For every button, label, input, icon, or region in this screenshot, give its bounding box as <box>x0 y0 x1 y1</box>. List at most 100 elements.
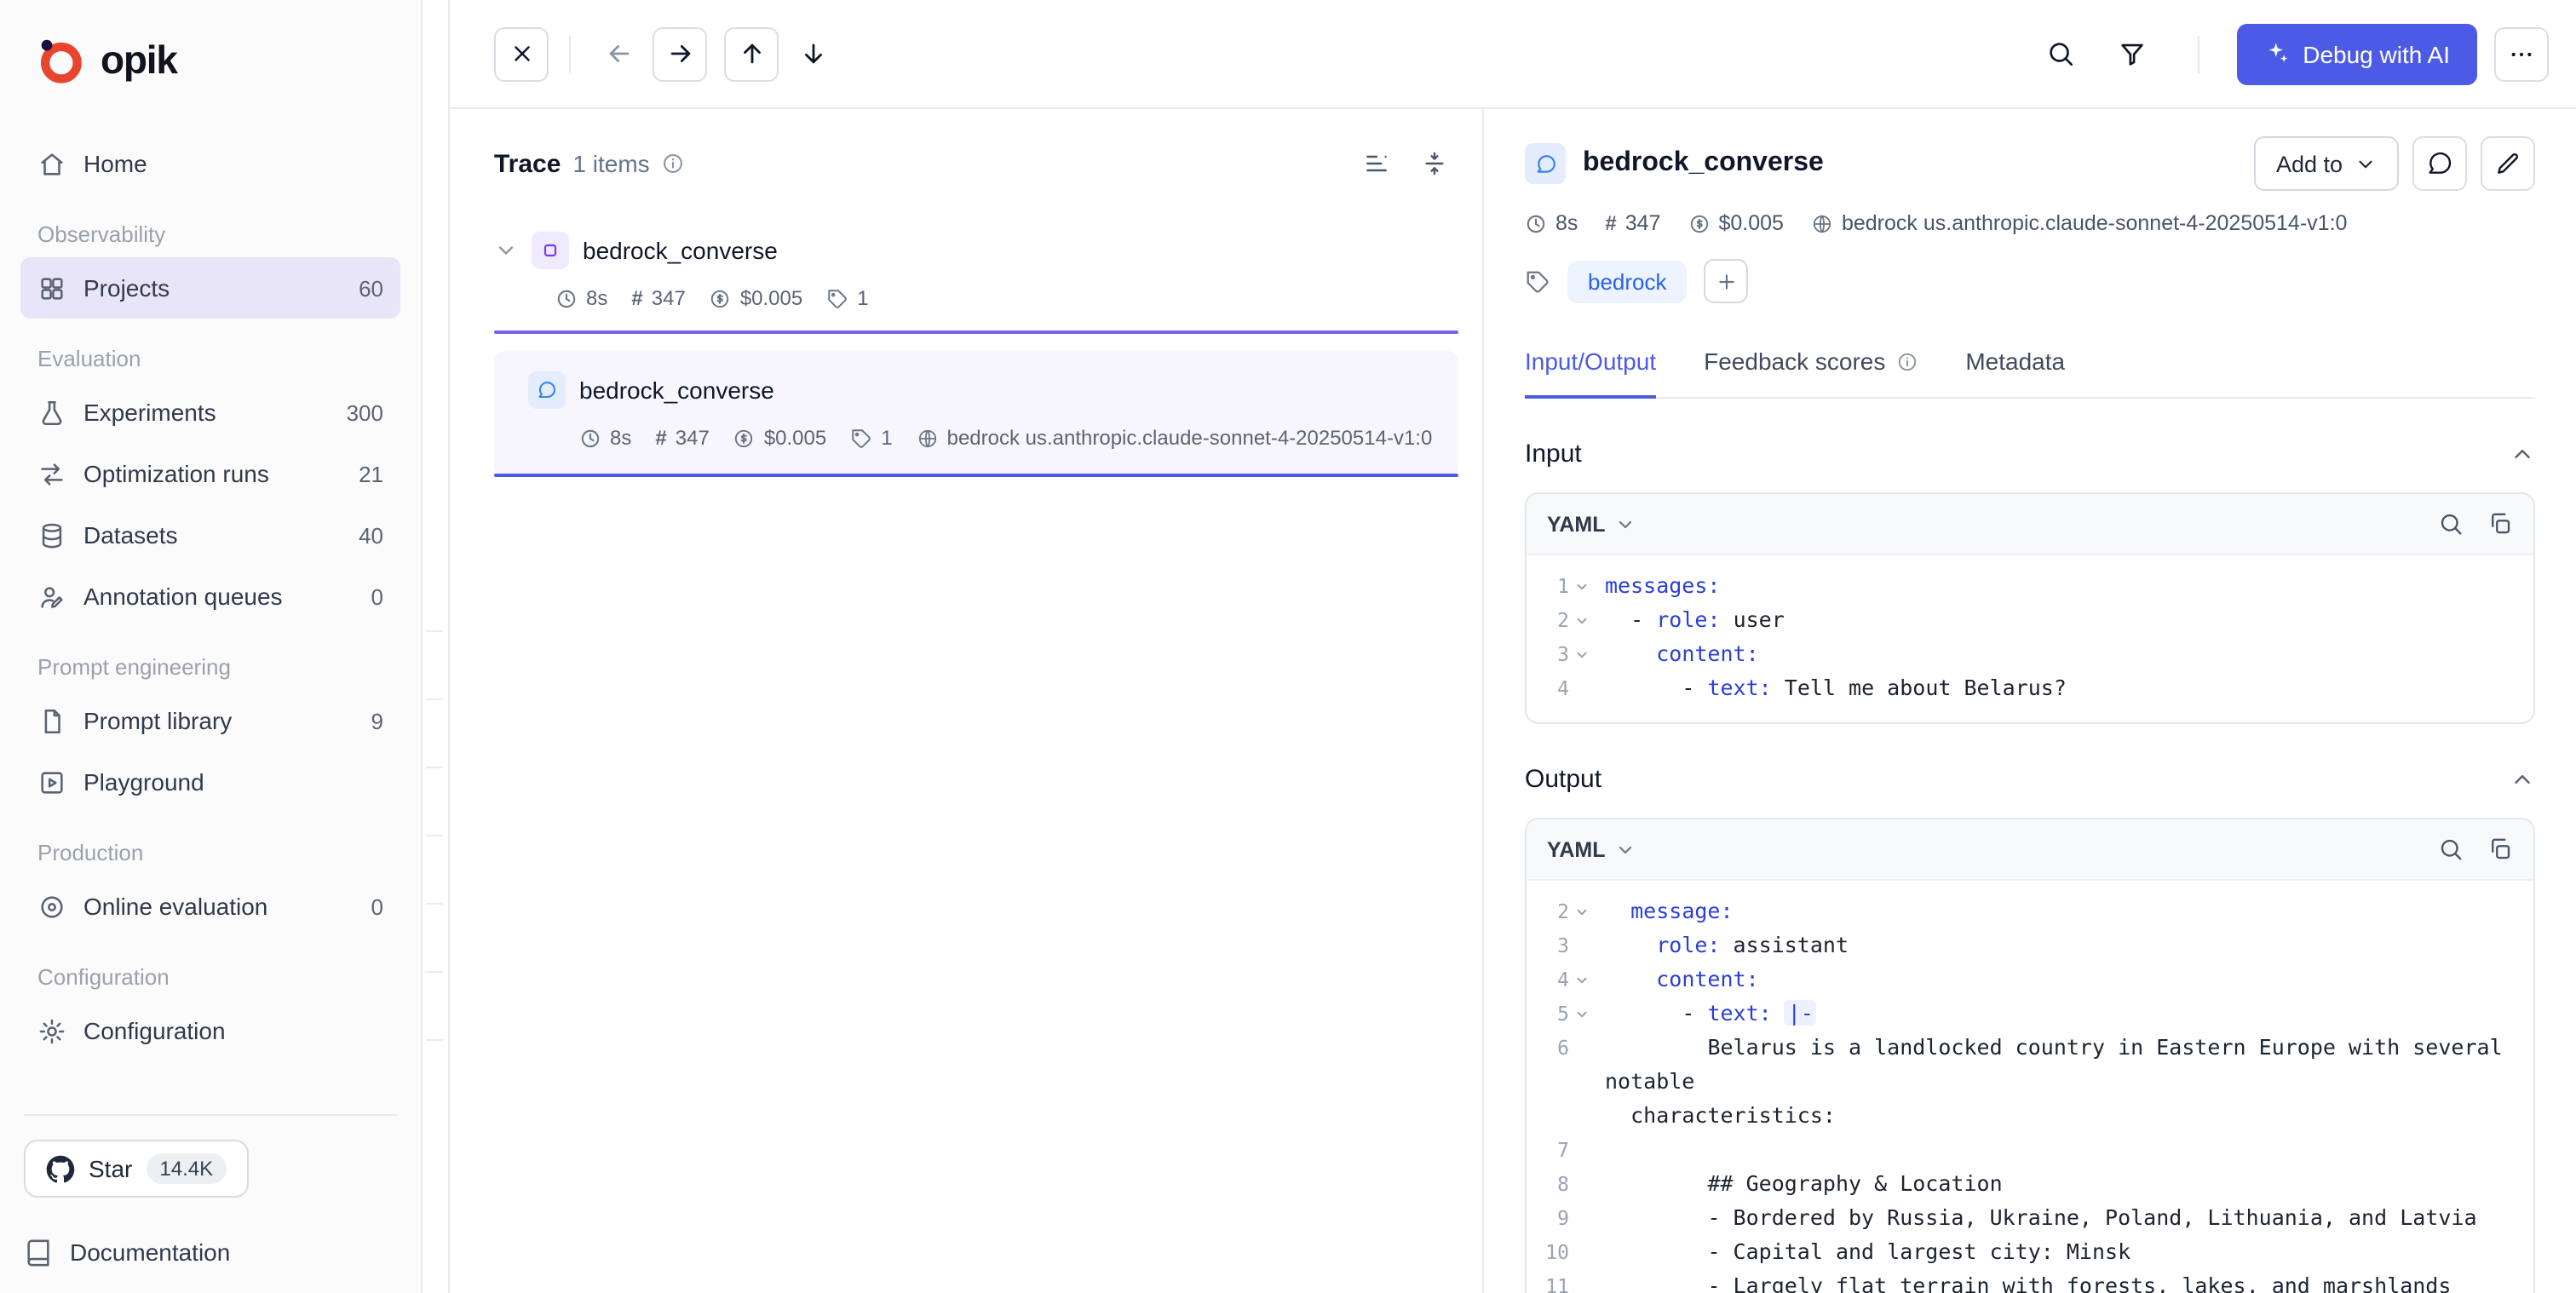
next-span-button[interactable] <box>785 26 840 81</box>
trace-duration-bar <box>494 330 1458 334</box>
sidebar-item-playground[interactable]: Playground <box>20 751 400 813</box>
code-search-button[interactable] <box>2438 511 2464 537</box>
code-line: 3 content: <box>1527 637 2513 671</box>
fold-chevron-icon[interactable] <box>1574 603 1591 637</box>
sidebar-item-home[interactable]: Home <box>20 133 400 194</box>
code-line: 11 - Largely flat terrain with forests, … <box>1527 1269 2513 1293</box>
chevron-up-icon[interactable] <box>2510 441 2535 467</box>
copy-button[interactable] <box>2487 836 2513 862</box>
format-select[interactable]: YAML <box>1547 512 1606 536</box>
hash-icon: # <box>655 426 666 450</box>
fold-chevron-icon[interactable] <box>1574 569 1591 603</box>
sidebar-item-annotation-queues[interactable]: Annotation queues 0 <box>20 566 400 627</box>
code-line: 9 - Bordered by Russia, Ukraine, Poland,… <box>1527 1201 2513 1235</box>
next-trace-button[interactable] <box>653 26 707 81</box>
code-line: 3 role: assistant <box>1527 928 2513 963</box>
trace-items-count: 1 items <box>572 150 649 177</box>
collapse-spans-button[interactable] <box>1411 140 1458 187</box>
opik-logo-icon <box>34 34 85 85</box>
edit-button[interactable] <box>2481 136 2535 191</box>
search-button[interactable] <box>2033 26 2088 81</box>
trace-row-head: bedrock_converse <box>494 232 1458 269</box>
sidebar-item-label: Optimization runs <box>83 460 269 487</box>
format-select[interactable]: YAML <box>1547 837 1606 861</box>
span-row-head: bedrock_converse <box>528 371 1458 409</box>
tag-count-stat: 1 <box>826 286 868 310</box>
sidebar-item-label: Annotation queues <box>83 583 283 610</box>
item-count: 40 <box>359 522 383 548</box>
code-tools <box>2438 511 2513 537</box>
sidebar-item-datasets[interactable]: Datasets 40 <box>20 504 400 566</box>
sidebar: opik Home Observability Projects 60 Eval… <box>0 0 423 1293</box>
row-divider <box>426 903 443 905</box>
swap-arrows-icon <box>37 459 66 488</box>
llm-span-icon <box>528 371 566 409</box>
fold-chevron-icon[interactable] <box>1574 963 1591 997</box>
sidebar-item-label: Datasets <box>83 521 178 549</box>
code-tools <box>2438 836 2513 862</box>
document-icon <box>37 706 66 735</box>
clock-icon <box>555 287 578 309</box>
expand-tree-button[interactable] <box>1353 140 1400 187</box>
tokens-stat: # 347 <box>1605 211 1660 235</box>
more-actions-button[interactable] <box>2494 26 2549 81</box>
item-count: 60 <box>359 275 383 301</box>
info-icon <box>1895 350 1918 372</box>
sidebar-item-configuration[interactable]: Configuration <box>20 1000 400 1061</box>
row-divider <box>426 630 443 632</box>
chevron-down-icon[interactable] <box>1616 514 1636 534</box>
row-divider <box>426 971 443 973</box>
debug-with-ai-button[interactable]: Debug with AI <box>2236 23 2477 84</box>
toolbar-divider <box>2197 35 2199 72</box>
code-line: 2 - role: user <box>1527 603 2513 637</box>
close-button[interactable] <box>494 26 549 81</box>
hash-icon: # <box>631 286 642 310</box>
opik-logo[interactable]: opik <box>0 0 421 119</box>
chevron-down-icon[interactable] <box>494 238 518 262</box>
tag-chip-bedrock[interactable]: bedrock <box>1567 260 1688 302</box>
sidebar-item-projects[interactable]: Projects 60 <box>20 257 400 319</box>
tab-metadata[interactable]: Metadata <box>1965 348 2065 399</box>
sidebar-nav: Home Observability Projects 60 Evaluatio… <box>0 119 421 1114</box>
tag-icon <box>1525 268 1550 294</box>
sidebar-item-optimization-runs[interactable]: Optimization runs 21 <box>20 443 400 504</box>
tab-feedback-scores[interactable]: Feedback scores <box>1704 348 1918 399</box>
fold-chevron-icon[interactable] <box>1574 894 1591 928</box>
fold-chevron-icon[interactable] <box>1574 637 1591 671</box>
output-code[interactable]: 2 message:3 role: assistant4 content:5 -… <box>1527 881 2533 1293</box>
sidebar-item-online-evaluation[interactable]: Online evaluation 0 <box>20 876 400 937</box>
output-section-header[interactable]: Output <box>1525 765 2535 794</box>
sidebar-item-prompt-library[interactable]: Prompt library 9 <box>20 690 400 751</box>
chevron-up-icon[interactable] <box>2510 767 2535 792</box>
panel-resize-gutter[interactable] <box>423 0 450 1293</box>
code-line: 6 Belarus is a landlocked country in Eas… <box>1527 1031 2513 1099</box>
trace-row[interactable]: bedrock_converse 8s # 347 $ <box>494 232 1458 334</box>
coin-icon <box>1688 212 1711 234</box>
prev-span-button[interactable] <box>724 26 779 81</box>
span-row-selected[interactable]: bedrock_converse 8s # 347 $ <box>494 351 1458 477</box>
trace-panel-actions <box>1353 140 1458 187</box>
code-line: 10 - Capital and largest city: Minsk <box>1527 1235 2513 1269</box>
tab-input-output[interactable]: Input/Output <box>1525 348 1656 399</box>
github-star-button[interactable]: Star 14.4K <box>24 1140 249 1198</box>
sidebar-item-documentation[interactable]: Documentation <box>24 1221 397 1283</box>
add-to-label: Add to <box>2276 151 2343 176</box>
input-section-title: Input <box>1525 440 1582 468</box>
sparkle-icon <box>2263 41 2289 66</box>
input-section-header[interactable]: Input <box>1525 440 2535 468</box>
input-code[interactable]: 1messages:2 - role: user3 content:4 - te… <box>1527 555 2533 722</box>
filter-button[interactable] <box>2105 26 2159 81</box>
code-search-button[interactable] <box>2438 836 2464 862</box>
add-tag-button[interactable] <box>1705 259 1749 303</box>
add-to-button[interactable]: Add to <box>2254 136 2399 191</box>
sidebar-item-experiments[interactable]: Experiments 300 <box>20 382 400 443</box>
model-stat: bedrock us.anthropic.claude-sonnet-4-202… <box>917 426 1433 450</box>
copy-button[interactable] <box>2487 511 2513 537</box>
chevron-down-icon[interactable] <box>1616 839 1636 859</box>
fold-chevron-icon[interactable] <box>1574 997 1591 1031</box>
comment-button[interactable] <box>2412 136 2467 191</box>
duration-stat: 8s <box>1525 211 1578 235</box>
content-row: Trace 1 items <box>450 109 2576 1293</box>
prev-trace-button[interactable] <box>591 26 646 81</box>
span-details-panel: bedrock_converse Add to <box>1482 109 2576 1293</box>
